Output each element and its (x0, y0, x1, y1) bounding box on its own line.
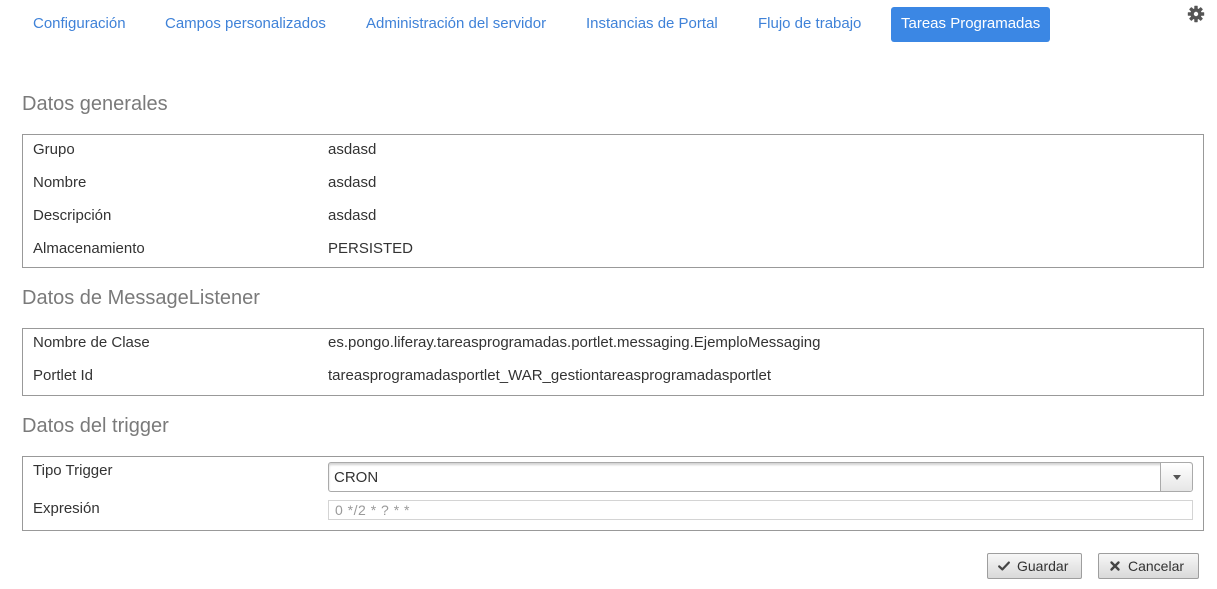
field-label: Nombre (33, 174, 87, 191)
listener-row-clase: Nombre de Clase es.pongo.liferay.tareasp… (23, 332, 1203, 354)
chevron-down-icon (1173, 475, 1181, 480)
top-nav: Configuración Campos personalizados Admi… (0, 0, 1217, 48)
tab-configuracion[interactable]: Configuración (23, 7, 136, 42)
check-icon (998, 561, 1010, 571)
trigger-box: Tipo Trigger CRON Expresión (22, 456, 1204, 531)
field-value: asdasd (328, 141, 377, 158)
trigger-type-select[interactable]: CRON (328, 462, 1193, 492)
section-title-trigger: Datos del trigger (22, 415, 169, 437)
expression-input[interactable] (328, 500, 1193, 520)
listener-row-portlet-id: Portlet Id tareasprogramadasportlet_WAR_… (23, 365, 1203, 387)
general-row-descripcion: Descripción asdasd (23, 205, 1203, 227)
general-row-almacenamiento: Almacenamiento PERSISTED (23, 238, 1203, 260)
field-label: Nombre de Clase (33, 334, 150, 351)
general-box: Grupo asdasd Nombre asdasd Descripción a… (22, 134, 1204, 268)
field-value: asdasd (328, 174, 377, 191)
save-label: Guardar (1017, 558, 1069, 574)
listener-box: Nombre de Clase es.pongo.liferay.tareasp… (22, 328, 1204, 396)
general-row-grupo: Grupo asdasd (23, 139, 1203, 161)
field-value: asdasd (328, 207, 377, 224)
field-label: Tipo Trigger (33, 462, 113, 479)
section-title-listener: Datos de MessageListener (22, 287, 260, 309)
field-label: Grupo (33, 141, 75, 158)
close-icon (1110, 561, 1120, 571)
section-title-general: Datos generales (22, 93, 168, 115)
tab-instancias-portal[interactable]: Instancias de Portal (576, 7, 728, 42)
field-label: Descripción (33, 207, 112, 224)
field-value: es.pongo.liferay.tareasprogramadas.portl… (328, 334, 821, 351)
tab-tareas-programadas[interactable]: Tareas Programadas (891, 7, 1050, 42)
field-label: Expresión (33, 500, 100, 517)
dropdown-button[interactable] (1160, 463, 1192, 491)
field-label: Portlet Id (33, 367, 94, 384)
tab-campos-personalizados[interactable]: Campos personalizados (155, 7, 336, 42)
field-label: Almacenamiento (33, 240, 145, 257)
save-button[interactable]: Guardar (987, 553, 1082, 579)
field-value: tareasprogramadasportlet_WAR_gestiontare… (328, 367, 772, 384)
tab-flujo-trabajo[interactable]: Flujo de trabajo (748, 7, 871, 42)
tab-administracion-servidor[interactable]: Administración del servidor (356, 7, 556, 42)
gear-icon[interactable] (1186, 4, 1206, 24)
field-value: PERSISTED (328, 240, 414, 257)
cancel-button[interactable]: Cancelar (1098, 553, 1199, 579)
trigger-type-value: CRON (334, 469, 379, 486)
general-row-nombre: Nombre asdasd (23, 172, 1203, 194)
cancel-label: Cancelar (1128, 558, 1185, 574)
